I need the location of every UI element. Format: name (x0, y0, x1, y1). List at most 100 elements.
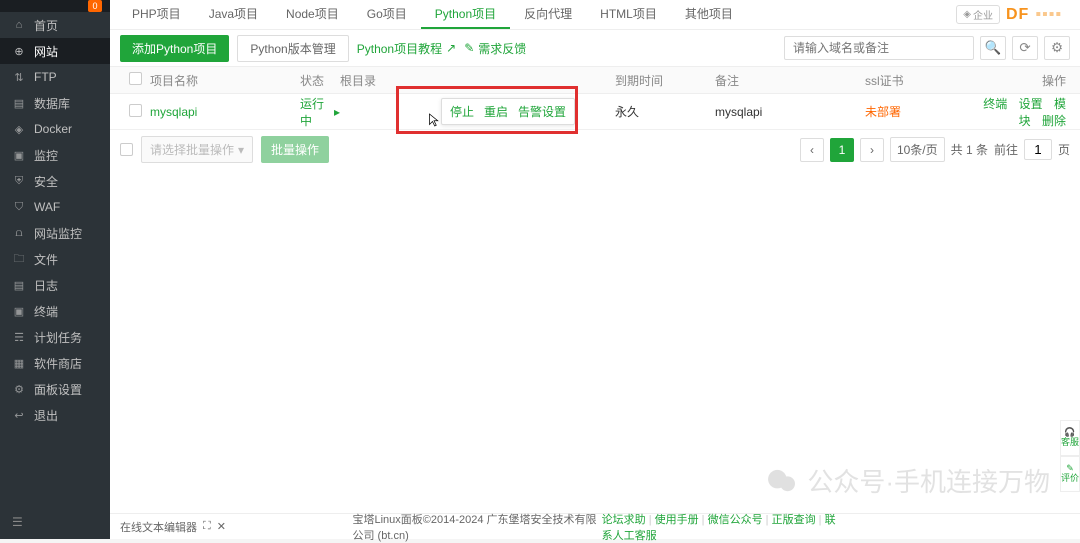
top-tabs: PHP项目Java项目Node项目Go项目Python项目反向代理HTML项目其… (110, 0, 1080, 30)
prev-page[interactable]: ‹ (800, 138, 824, 162)
col-remark[interactable]: 备注 (715, 72, 865, 89)
batch-button[interactable]: 批量操作 (261, 136, 329, 163)
sidebar-item-store[interactable]: ▦软件商店 (0, 350, 110, 376)
bottom-link-1[interactable]: 使用手册 (655, 514, 699, 526)
editor-tab[interactable]: 在线文本编辑器 ⛶ ✕ (120, 519, 226, 535)
top-tab-0[interactable]: PHP项目 (118, 0, 195, 29)
bottom-center: 宝塔Linux面板©2014-2024 广东堡塔安全技术有限公司 (bt.cn)… (353, 511, 838, 543)
goto-label: 前往 (994, 141, 1018, 158)
sidebar-item-monitor[interactable]: ▣监控 (0, 142, 110, 168)
bottom-link-0[interactable]: 论坛求助 (602, 514, 646, 526)
database-icon: ▤ (12, 97, 26, 110)
col-ssl[interactable]: ssl证书 (865, 72, 970, 89)
sidebar: 0 ⌂首页 ⊕ 网站 ⇅ FTP ▤ 数据库 ◈ Docker ▣监控⛨安全⛉WAF⩍网站监控🗀文… (0, 0, 110, 539)
wechat-icon (767, 468, 797, 494)
sidebar-item-label: FTP (34, 70, 57, 84)
goto-input[interactable] (1024, 139, 1052, 160)
side-widgets: 🎧客服 ✎评价 (1060, 420, 1080, 492)
table-row: mysqlapi 运行中▸ 停止 重启 告警设置 永久 mysqlapi 未部署… (110, 94, 1080, 130)
terminal-icon: ▣ (12, 305, 26, 318)
expand-icon[interactable]: ⛶ (203, 520, 211, 533)
col-ops: 操作 (970, 72, 1070, 89)
sidebar-item-site-monitor[interactable]: ⩍网站监控 (0, 220, 110, 246)
sidebar-item-label: 网站 (34, 43, 58, 60)
footer-checkbox[interactable] (120, 143, 133, 156)
delete-action[interactable]: 删除 (1042, 114, 1066, 128)
feedback-link[interactable]: ✎ 需求反馈 (464, 40, 526, 57)
feedback-widget[interactable]: ✎评价 (1060, 456, 1080, 492)
sidebar-item-logout[interactable]: ↩退出 (0, 402, 110, 428)
main: PHP项目Java项目Node项目Go项目Python项目反向代理HTML项目其… (110, 0, 1080, 539)
sidebar-item-label: 数据库 (34, 95, 70, 112)
ftp-icon: ⇅ (12, 71, 26, 84)
search-input[interactable] (784, 36, 974, 60)
row-checkbox[interactable] (129, 104, 142, 117)
top-tab-7[interactable]: 其他项目 (671, 0, 747, 29)
chevron-down-icon: ▾ (238, 143, 244, 157)
stop-action[interactable]: 停止 (450, 103, 474, 120)
top-tab-5[interactable]: 反向代理 (510, 0, 586, 29)
page-1[interactable]: 1 (830, 138, 854, 162)
project-name-link[interactable]: mysqlapi (150, 105, 197, 119)
batch-select[interactable]: 请选择批量操作 ▾ (141, 136, 253, 163)
status-running[interactable]: 运行中▸ (300, 95, 340, 129)
tutorial-link[interactable]: Python项目教程 ↗ (357, 40, 456, 57)
terminal-action[interactable]: 终端 (983, 97, 1007, 111)
sidebar-item-cron[interactable]: ☴计划任务 (0, 324, 110, 350)
watermark: 公众号·手机连接万物 (767, 462, 1050, 499)
sidebar-item-files[interactable]: 🗀文件 (0, 246, 110, 272)
settings-button[interactable]: ⚙ (1044, 36, 1070, 60)
page-suffix: 页 (1058, 141, 1070, 158)
brand-logo: DF (1006, 6, 1029, 24)
refresh-button[interactable]: ⟳ (1012, 36, 1038, 60)
add-python-button[interactable]: 添加Python项目 (120, 35, 229, 62)
service-widget[interactable]: 🎧客服 (1060, 420, 1080, 456)
col-name[interactable]: 项目名称 (150, 72, 300, 89)
settings-icon: ⚙ (12, 383, 26, 396)
col-status[interactable]: 状态 (300, 72, 340, 89)
notification-badge[interactable]: 0 (88, 0, 102, 12)
collapse-icon[interactable]: ☰ (12, 515, 26, 529)
row-ops: 终端 设置 模块 删除 (970, 95, 1070, 129)
select-all-checkbox[interactable] (129, 72, 142, 85)
sidebar-item-label: Docker (34, 122, 72, 136)
top-tab-6[interactable]: HTML项目 (586, 0, 671, 29)
col-root[interactable]: 根目录 (340, 72, 615, 89)
monitor-icon: ▣ (12, 149, 26, 162)
sidebar-item-waf[interactable]: ⛉WAF (0, 194, 110, 220)
sidebar-item-database[interactable]: ▤ 数据库 (0, 90, 110, 116)
ssl-status[interactable]: 未部署 (865, 105, 901, 119)
sidebar-item-docker[interactable]: ◈ Docker (0, 116, 110, 142)
restart-action[interactable]: 重启 (484, 103, 508, 120)
website-icon: ⊕ (12, 45, 26, 58)
next-page[interactable]: › (860, 138, 884, 162)
top-tab-1[interactable]: Java项目 (195, 0, 272, 29)
enterprise-badge[interactable]: ◈ 企业 (956, 5, 1000, 24)
sidebar-item-terminal[interactable]: ▣ 终端 (0, 298, 110, 324)
top-right: ◈ 企业 DF ▪▪▪▪ (956, 0, 1072, 29)
status-hover-menu: 停止 重启 告警设置 (441, 98, 575, 125)
sidebar-item-label: 终端 (34, 303, 58, 320)
close-icon[interactable]: ✕ (217, 520, 226, 533)
sidebar-item-settings[interactable]: ⚙面板设置 (0, 376, 110, 402)
external-icon: ↗ (446, 41, 456, 55)
docker-icon: ◈ (12, 123, 26, 136)
sidebar-item-logs[interactable]: ▤日志 (0, 272, 110, 298)
store-icon: ▦ (12, 357, 26, 370)
bottom-link-2[interactable]: 微信公众号 (708, 514, 763, 526)
sidebar-item-home[interactable]: ⌂首页 (0, 12, 110, 38)
config-action[interactable]: 设置 (1019, 97, 1043, 111)
top-tab-2[interactable]: Node项目 (272, 0, 353, 29)
search-button[interactable]: 🔍 (980, 36, 1006, 60)
toolbar: 添加Python项目 Python版本管理 Python项目教程 ↗ ✎ 需求反… (110, 30, 1080, 66)
top-tab-4[interactable]: Python项目 (421, 0, 510, 29)
col-expire[interactable]: 到期时间 (615, 72, 715, 89)
sidebar-item-website[interactable]: ⊕ 网站 (0, 38, 110, 64)
top-tab-3[interactable]: Go项目 (353, 0, 421, 29)
bottom-link-3[interactable]: 正版查询 (772, 514, 816, 526)
page-size-select[interactable]: 10条/页 (890, 137, 945, 162)
sidebar-item-security[interactable]: ⛨安全 (0, 168, 110, 194)
sidebar-item-ftp[interactable]: ⇅ FTP (0, 64, 110, 90)
alert-config-action[interactable]: 告警设置 (518, 103, 566, 120)
python-version-button[interactable]: Python版本管理 (237, 35, 348, 62)
